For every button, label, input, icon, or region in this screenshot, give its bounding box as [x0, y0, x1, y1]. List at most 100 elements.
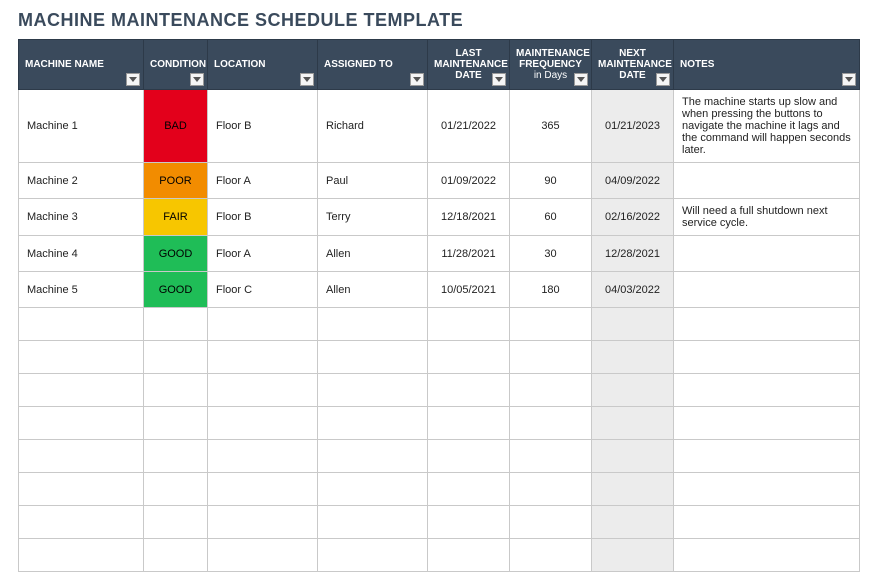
- cell-machine-name[interactable]: Machine 1: [19, 90, 144, 163]
- filter-dropdown-icon[interactable]: [574, 73, 588, 86]
- filter-dropdown-icon[interactable]: [842, 73, 856, 86]
- cell-last-date[interactable]: 11/28/2021: [428, 236, 510, 272]
- cell-assigned-to[interactable]: [318, 407, 428, 440]
- cell-location[interactable]: [208, 374, 318, 407]
- cell-condition[interactable]: [144, 308, 208, 341]
- cell-notes[interactable]: [674, 374, 860, 407]
- cell-notes[interactable]: [674, 163, 860, 199]
- cell-frequency[interactable]: [510, 539, 592, 572]
- cell-location[interactable]: Floor C: [208, 272, 318, 308]
- cell-last-date[interactable]: [428, 308, 510, 341]
- cell-notes[interactable]: [674, 272, 860, 308]
- cell-assigned-to[interactable]: [318, 473, 428, 506]
- cell-last-date[interactable]: [428, 539, 510, 572]
- cell-last-date[interactable]: [428, 506, 510, 539]
- cell-assigned-to[interactable]: [318, 341, 428, 374]
- cell-machine-name[interactable]: [19, 473, 144, 506]
- cell-assigned-to[interactable]: [318, 506, 428, 539]
- cell-condition[interactable]: FAIR: [144, 199, 208, 236]
- cell-next-date[interactable]: [592, 539, 674, 572]
- cell-condition[interactable]: [144, 473, 208, 506]
- cell-notes[interactable]: [674, 506, 860, 539]
- cell-last-date[interactable]: 12/18/2021: [428, 199, 510, 236]
- cell-condition[interactable]: GOOD: [144, 272, 208, 308]
- cell-next-date[interactable]: 04/03/2022: [592, 272, 674, 308]
- cell-next-date[interactable]: 02/16/2022: [592, 199, 674, 236]
- cell-last-date[interactable]: 01/09/2022: [428, 163, 510, 199]
- filter-dropdown-icon[interactable]: [300, 73, 314, 86]
- cell-machine-name[interactable]: Machine 3: [19, 199, 144, 236]
- cell-frequency[interactable]: 180: [510, 272, 592, 308]
- cell-frequency[interactable]: [510, 308, 592, 341]
- cell-condition[interactable]: [144, 506, 208, 539]
- cell-next-date[interactable]: [592, 308, 674, 341]
- cell-location[interactable]: Floor A: [208, 236, 318, 272]
- cell-assigned-to[interactable]: Allen: [318, 236, 428, 272]
- cell-next-date[interactable]: [592, 506, 674, 539]
- cell-location[interactable]: Floor B: [208, 199, 318, 236]
- cell-condition[interactable]: GOOD: [144, 236, 208, 272]
- cell-last-date[interactable]: 10/05/2021: [428, 272, 510, 308]
- cell-frequency[interactable]: [510, 473, 592, 506]
- cell-notes[interactable]: [674, 308, 860, 341]
- cell-frequency[interactable]: [510, 341, 592, 374]
- cell-frequency[interactable]: 90: [510, 163, 592, 199]
- cell-next-date[interactable]: [592, 440, 674, 473]
- cell-notes[interactable]: The machine starts up slow and when pres…: [674, 90, 860, 163]
- cell-machine-name[interactable]: [19, 374, 144, 407]
- cell-assigned-to[interactable]: Paul: [318, 163, 428, 199]
- cell-machine-name[interactable]: Machine 5: [19, 272, 144, 308]
- cell-assigned-to[interactable]: Terry: [318, 199, 428, 236]
- cell-notes[interactable]: [674, 473, 860, 506]
- cell-next-date[interactable]: 12/28/2021: [592, 236, 674, 272]
- cell-assigned-to[interactable]: [318, 308, 428, 341]
- cell-machine-name[interactable]: Machine 4: [19, 236, 144, 272]
- cell-location[interactable]: [208, 308, 318, 341]
- cell-notes[interactable]: [674, 539, 860, 572]
- cell-last-date[interactable]: [428, 407, 510, 440]
- cell-machine-name[interactable]: [19, 308, 144, 341]
- cell-last-date[interactable]: 01/21/2022: [428, 90, 510, 163]
- cell-frequency[interactable]: [510, 440, 592, 473]
- cell-notes[interactable]: [674, 236, 860, 272]
- cell-condition[interactable]: [144, 539, 208, 572]
- cell-location[interactable]: [208, 506, 318, 539]
- cell-last-date[interactable]: [428, 440, 510, 473]
- cell-condition[interactable]: [144, 440, 208, 473]
- cell-last-date[interactable]: [428, 374, 510, 407]
- cell-notes[interactable]: [674, 440, 860, 473]
- cell-machine-name[interactable]: [19, 440, 144, 473]
- cell-next-date[interactable]: [592, 473, 674, 506]
- cell-notes[interactable]: Will need a full shutdown next service c…: [674, 199, 860, 236]
- cell-condition[interactable]: [144, 341, 208, 374]
- cell-condition[interactable]: BAD: [144, 90, 208, 163]
- filter-dropdown-icon[interactable]: [656, 73, 670, 86]
- filter-dropdown-icon[interactable]: [410, 73, 424, 86]
- cell-frequency[interactable]: 365: [510, 90, 592, 163]
- cell-machine-name[interactable]: [19, 341, 144, 374]
- cell-next-date[interactable]: [592, 374, 674, 407]
- cell-machine-name[interactable]: [19, 539, 144, 572]
- cell-last-date[interactable]: [428, 473, 510, 506]
- cell-location[interactable]: Floor A: [208, 163, 318, 199]
- cell-frequency[interactable]: [510, 506, 592, 539]
- cell-next-date[interactable]: 04/09/2022: [592, 163, 674, 199]
- cell-machine-name[interactable]: [19, 506, 144, 539]
- cell-condition[interactable]: POOR: [144, 163, 208, 199]
- cell-frequency[interactable]: 30: [510, 236, 592, 272]
- filter-dropdown-icon[interactable]: [492, 73, 506, 86]
- cell-next-date[interactable]: 01/21/2023: [592, 90, 674, 163]
- cell-assigned-to[interactable]: [318, 440, 428, 473]
- cell-location[interactable]: [208, 473, 318, 506]
- cell-condition[interactable]: [144, 407, 208, 440]
- cell-assigned-to[interactable]: Richard: [318, 90, 428, 163]
- cell-machine-name[interactable]: Machine 2: [19, 163, 144, 199]
- cell-notes[interactable]: [674, 341, 860, 374]
- cell-condition[interactable]: [144, 374, 208, 407]
- cell-notes[interactable]: [674, 407, 860, 440]
- cell-location[interactable]: [208, 341, 318, 374]
- cell-next-date[interactable]: [592, 341, 674, 374]
- cell-location[interactable]: [208, 440, 318, 473]
- cell-last-date[interactable]: [428, 341, 510, 374]
- cell-assigned-to[interactable]: [318, 374, 428, 407]
